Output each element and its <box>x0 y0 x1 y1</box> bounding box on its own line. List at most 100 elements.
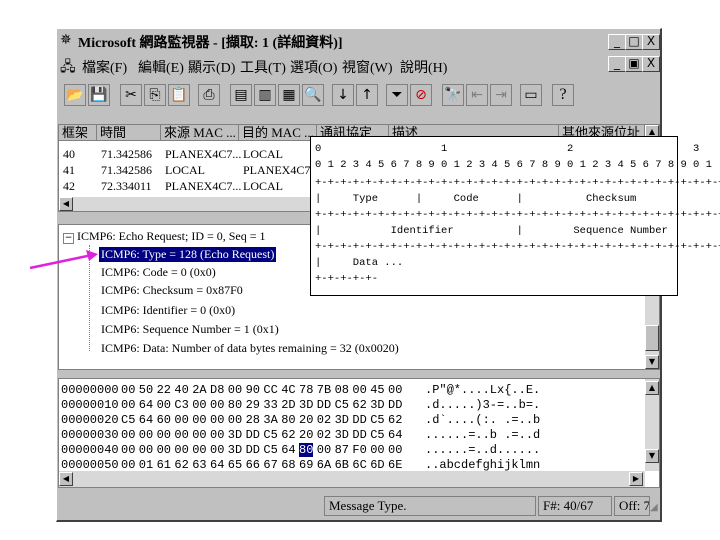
arrow-up-icon[interactable]: ↑ <box>356 84 378 106</box>
hex-byte[interactable]: DD <box>246 443 260 457</box>
filter-icon[interactable]: ⏷ <box>386 84 408 106</box>
hex-byte[interactable]: 80 <box>299 443 314 457</box>
hex-byte[interactable]: 00 <box>388 443 402 457</box>
child-restore-button[interactable]: ▣ <box>625 56 643 72</box>
hex-byte[interactable]: 3D <box>228 443 242 457</box>
hex-byte[interactable]: 00 <box>139 428 153 442</box>
menu-options[interactable]: 選項(O) <box>290 57 337 77</box>
hex-scroll-left-icon[interactable]: ◀ <box>59 472 73 486</box>
hex-byte[interactable]: 4C <box>281 383 295 397</box>
hex-byte[interactable]: C5 <box>263 428 277 442</box>
hex-byte[interactable]: 3A <box>263 413 277 427</box>
menu-help[interactable]: 說明(H) <box>400 57 447 77</box>
hex-byte[interactable]: 80 <box>228 398 242 412</box>
hex-byte[interactable]: 20 <box>299 428 313 442</box>
hex-byte[interactable]: 50 <box>139 383 153 397</box>
hex-byte[interactable]: C5 <box>263 443 277 457</box>
help-button[interactable]: ? <box>552 84 574 106</box>
col-dst-mac[interactable]: 目的 MAC ... <box>239 125 317 141</box>
find-next-icon[interactable]: ⇥ <box>490 84 512 106</box>
close-button[interactable]: X <box>642 34 660 50</box>
hex-byte[interactable]: 20 <box>299 413 313 427</box>
hex-byte[interactable]: 62 <box>388 413 402 427</box>
hex-byte[interactable]: 00 <box>192 428 206 442</box>
hex-byte[interactable]: 01 <box>139 458 153 472</box>
hex-byte[interactable]: F0 <box>352 443 366 457</box>
copy-icon[interactable]: ⎘ <box>144 84 166 106</box>
hex-byte[interactable]: 02 <box>317 428 331 442</box>
hex-byte[interactable]: 80 <box>281 413 295 427</box>
hex-byte[interactable]: 6B <box>335 458 349 472</box>
tree-item-data[interactable]: ICMP6: Data: Number of data bytes remain… <box>101 341 399 356</box>
print-icon[interactable]: ⎙ <box>198 84 220 106</box>
hex-byte[interactable]: 62 <box>281 428 295 442</box>
hex-byte[interactable]: 6C <box>352 458 366 472</box>
hex-ascii[interactable]: ......=..d...... <box>425 443 540 457</box>
hex-byte[interactable]: 00 <box>121 458 135 472</box>
menu-edit[interactable]: 編輯(E) <box>138 57 184 77</box>
hex-byte[interactable]: 64 <box>139 413 153 427</box>
pane-hex-icon[interactable]: ▦ <box>278 84 300 106</box>
tree-item-sequence[interactable]: ICMP6: Sequence Number = 1 (0x1) <box>101 322 279 337</box>
hex-ascii[interactable]: .d.....)3-=..b=. <box>425 398 540 412</box>
hex-hscrollbar[interactable]: ◀ ▶ <box>59 471 645 487</box>
collapse-icon[interactable]: − <box>63 233 74 244</box>
menu-file[interactable]: 檔案(F) <box>82 57 127 77</box>
hex-byte[interactable]: 3D <box>335 413 349 427</box>
hex-byte[interactable]: 00 <box>157 428 171 442</box>
hex-byte[interactable]: 00 <box>317 443 331 457</box>
hex-byte[interactable]: 3D <box>370 398 384 412</box>
hex-byte[interactable]: 64 <box>388 428 402 442</box>
hex-byte[interactable]: 60 <box>157 413 171 427</box>
hex-byte[interactable]: 2A <box>192 383 206 397</box>
paste-icon[interactable]: 📋 <box>168 84 190 106</box>
hex-byte[interactable]: 3D <box>335 428 349 442</box>
hex-byte[interactable]: 28 <box>246 413 260 427</box>
hex-byte[interactable]: 69 <box>299 458 313 472</box>
hex-byte[interactable]: 00 <box>121 428 135 442</box>
hex-byte[interactable]: 2D <box>281 398 295 412</box>
hex-byte[interactable]: C3 <box>174 398 188 412</box>
pane-summary-icon[interactable]: ▤ <box>230 84 252 106</box>
hex-byte[interactable]: 40 <box>174 383 188 397</box>
hex-byte[interactable]: C5 <box>370 428 384 442</box>
resize-grip-icon[interactable]: ◢ <box>650 502 658 513</box>
hex-byte[interactable]: 00 <box>352 383 366 397</box>
hex-byte[interactable]: 00 <box>192 413 206 427</box>
hex-byte[interactable]: 67 <box>263 458 277 472</box>
hex-byte[interactable]: 00 <box>174 443 188 457</box>
hex-byte[interactable]: 00 <box>121 443 135 457</box>
hex-byte[interactable]: 90 <box>246 383 260 397</box>
hex-byte[interactable]: 00 <box>192 443 206 457</box>
hex-byte[interactable]: 29 <box>246 398 260 412</box>
arrow-down-icon[interactable]: ↓ <box>332 84 354 106</box>
title-bar[interactable]: ✵ Microsoft 網路監視器 - [擷取: 1 (詳細資料)] _ □ X <box>58 30 660 52</box>
hex-scroll-right-icon[interactable]: ▶ <box>629 472 643 486</box>
hex-byte[interactable]: 33 <box>263 398 277 412</box>
hex-byte[interactable]: C5 <box>335 398 349 412</box>
menu-tools[interactable]: 工具(T) <box>240 57 286 77</box>
hex-byte[interactable]: DD <box>352 428 366 442</box>
hex-byte[interactable]: 3D <box>228 428 242 442</box>
child-minimize-button[interactable]: _ <box>608 56 626 72</box>
open-icon[interactable]: 📂 <box>64 84 86 106</box>
child-close-button[interactable]: X <box>642 56 660 72</box>
hex-byte[interactable]: DD <box>246 428 260 442</box>
hex-byte[interactable]: 3D <box>299 398 313 412</box>
menu-display[interactable]: 顯示(D) <box>188 57 235 77</box>
hex-scroll-up-icon[interactable]: ▲ <box>645 381 659 395</box>
hex-byte[interactable]: 66 <box>246 458 260 472</box>
hex-byte[interactable]: 64 <box>281 443 295 457</box>
hex-byte[interactable]: CC <box>263 383 277 397</box>
find-icon[interactable]: 🔭 <box>442 84 464 106</box>
hex-byte[interactable]: 62 <box>352 398 366 412</box>
hex-byte[interactable]: 00 <box>192 398 206 412</box>
hex-byte[interactable]: 00 <box>388 383 402 397</box>
hex-byte[interactable]: 6E <box>388 458 402 472</box>
tree-root[interactable]: ICMP6: Echo Request; ID = 0, Seq = 1 <box>77 229 266 244</box>
hex-byte[interactable]: 08 <box>335 383 349 397</box>
hex-vscrollbar[interactable]: ▲ ▼ <box>645 379 659 471</box>
hex-byte[interactable]: 61 <box>157 458 171 472</box>
hex-byte[interactable]: 02 <box>317 413 331 427</box>
hex-ascii[interactable]: .d`....(:. .=..b <box>425 413 540 427</box>
